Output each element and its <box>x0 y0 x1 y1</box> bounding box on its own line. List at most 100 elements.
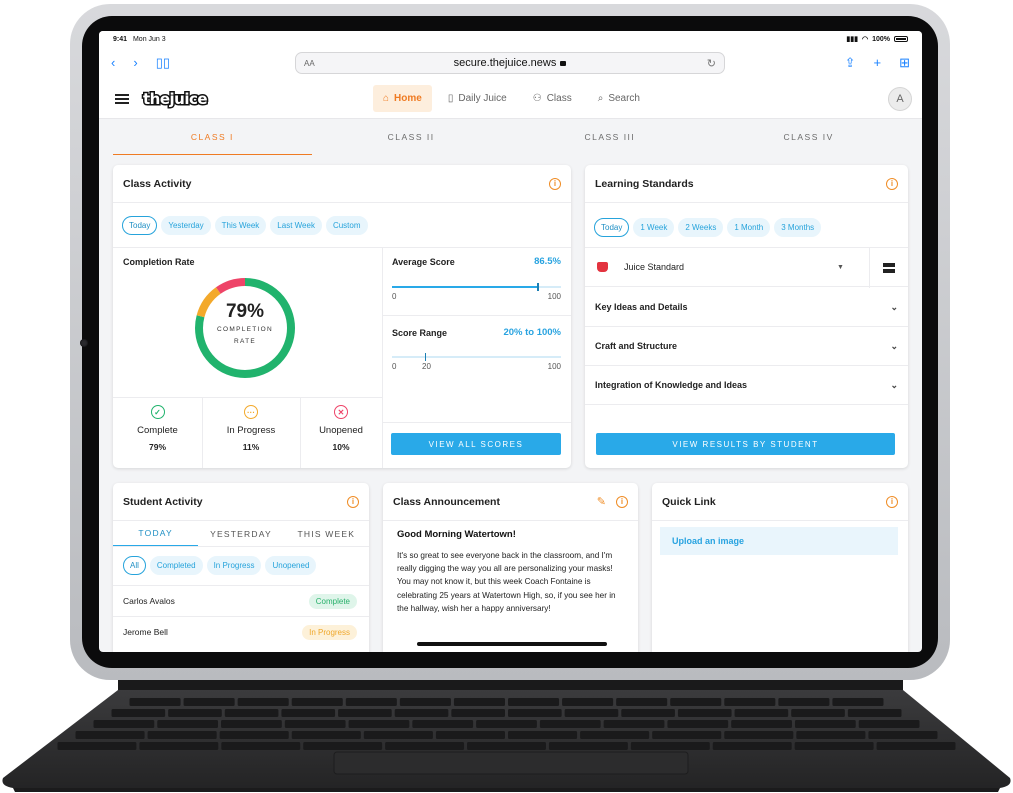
key <box>724 698 776 706</box>
score-range-label: Score Range <box>392 328 448 338</box>
chevron-down-icon: ⌄ <box>890 379 898 390</box>
key <box>57 742 137 750</box>
key <box>363 731 433 739</box>
key <box>508 731 578 739</box>
book-icon[interactable]: ▯▯ <box>156 55 170 71</box>
stat-complete-label: Complete <box>137 425 178 436</box>
forward-icon[interactable]: › <box>133 55 137 71</box>
address-bar[interactable]: AA secure.thejuice.news ↻ <box>295 52 725 74</box>
text-size-button[interactable]: AA <box>304 59 315 68</box>
section-craft-structure[interactable]: Craft and Structure ⌄ <box>585 327 908 366</box>
score-range-max: 100 <box>547 362 561 371</box>
share-icon[interactable]: ⇪ <box>845 55 856 71</box>
score-range-fill <box>425 356 561 358</box>
nav-home[interactable]: ⌂ Home <box>373 85 432 112</box>
average-score-label: Average Score <box>392 257 455 267</box>
x-circle-icon: ✕ <box>334 405 348 419</box>
stat-complete-value: 79% <box>148 442 166 452</box>
sa-filter-all[interactable]: All <box>123 556 146 575</box>
sa-filter-completed[interactable]: Completed <box>149 556 203 575</box>
section-key-ideas[interactable]: Key Ideas and Details ⌄ <box>585 288 908 327</box>
cellular-icon: ▮▮▮ <box>846 36 858 43</box>
learning-standards-filters: Today 1 Week 2 Weeks 1 Month 3 Months <box>594 218 822 237</box>
average-score-value: 86.5% <box>534 256 561 267</box>
sa-filter-in-progress[interactable]: In Progress <box>206 556 262 575</box>
upload-image-link[interactable]: Upload an image <box>660 527 898 555</box>
battery-percent: 100% <box>872 35 890 43</box>
key <box>467 742 546 750</box>
score-range-min: 0 <box>392 362 397 371</box>
info-icon[interactable]: i <box>616 495 628 508</box>
check-circle-icon: ✓ <box>150 405 165 419</box>
menu-icon[interactable] <box>115 93 129 104</box>
info-icon[interactable]: i <box>347 495 359 508</box>
tab-class-1[interactable]: CLASS I <box>113 119 312 155</box>
avatar[interactable]: A <box>888 87 912 111</box>
tab-class-4[interactable]: CLASS IV <box>709 119 908 155</box>
view-all-scores-button[interactable]: VIEW ALL SCORES <box>391 433 561 455</box>
stat-unopened-value: 10% <box>332 442 350 452</box>
sa-tab-today[interactable]: TODAY <box>113 521 199 546</box>
filter-last-week[interactable]: Last Week <box>270 216 322 235</box>
key <box>157 720 219 728</box>
info-icon[interactable]: i <box>886 177 898 190</box>
tabs-grid-icon[interactable]: ⊞ <box>899 55 910 71</box>
key <box>111 709 166 717</box>
back-icon[interactable]: ‹ <box>111 55 115 71</box>
key <box>291 731 361 739</box>
edit-pencil-icon[interactable]: ✎ <box>597 495 606 508</box>
key <box>303 742 383 750</box>
list-view-icon[interactable] <box>883 263 895 273</box>
key <box>858 720 920 728</box>
ipad-screen: 9:41 Mon Jun 3 ▮▮▮ ◠ 100% ‹ › ▯▯ AA secu… <box>99 31 922 652</box>
reload-icon[interactable]: ↻ <box>707 57 716 70</box>
info-icon[interactable]: i <box>886 495 898 508</box>
wifi-icon: ◠ <box>861 36 869 43</box>
key <box>219 731 289 739</box>
section-integration[interactable]: Integration of Knowledge and Ideas ⌄ <box>585 366 908 405</box>
sa-tab-this-week[interactable]: THIS WEEK <box>284 521 369 546</box>
keyboard <box>0 690 1013 793</box>
info-icon[interactable]: i <box>549 177 561 190</box>
ls-filter-2-weeks[interactable]: 2 Weeks <box>678 218 724 237</box>
key <box>453 698 505 706</box>
filter-custom[interactable]: Custom <box>325 216 368 235</box>
nav-daily-juice[interactable]: ▯ Daily Juice <box>438 85 517 112</box>
ls-filter-3-months[interactable]: 3 Months <box>774 218 822 237</box>
average-score-marker <box>537 283 539 291</box>
view-results-by-student-button[interactable]: VIEW RESULTS BY STUDENT <box>596 433 895 455</box>
ls-filter-1-month[interactable]: 1 Month <box>727 218 771 237</box>
list-item[interactable]: Jerome Bell In Progress <box>113 616 369 647</box>
standard-selector[interactable]: Juice Standard ▼ <box>585 247 908 288</box>
announcement-heading: Good Morning Watertown! <box>397 529 516 540</box>
main-nav: ⌂ Home ▯ Daily Juice ⚇ Class ⌕ Search <box>373 85 650 112</box>
sa-tab-yesterday[interactable]: YESTERDAY <box>198 521 283 546</box>
tab-class-2[interactable]: CLASS II <box>312 119 511 155</box>
filter-yesterday[interactable]: Yesterday <box>161 216 211 235</box>
key <box>778 698 830 706</box>
key <box>93 720 155 728</box>
key <box>224 709 279 717</box>
completion-caption-2: RATE <box>233 338 257 345</box>
brand-logo[interactable]: thejuice <box>141 88 209 109</box>
ls-filter-today[interactable]: Today <box>594 218 630 237</box>
list-item[interactable]: Carlos Avalos Complete <box>113 585 369 616</box>
student-activity-card: Student Activity i TODAY YESTERDAY THIS … <box>113 483 369 652</box>
ls-filter-1-week[interactable]: 1 Week <box>633 218 675 237</box>
announcement-body: It's so great to see everyone back in th… <box>397 551 616 613</box>
class-announcement-title: Class Announcement <box>393 495 500 508</box>
score-range-value: 20% to 100% <box>503 327 561 338</box>
new-tab-icon[interactable]: + <box>874 55 882 71</box>
key <box>385 742 465 750</box>
nav-search[interactable]: ⌕ Search <box>588 85 650 112</box>
lock-icon <box>560 60 567 66</box>
key <box>616 698 668 706</box>
filter-today[interactable]: Today <box>122 216 158 235</box>
sa-filter-unopened[interactable]: Unopened <box>265 556 317 575</box>
key <box>221 720 282 728</box>
tab-class-3[interactable]: CLASS III <box>511 119 710 155</box>
class-activity-filters: Today Yesterday This Week Last Week Cust… <box>122 216 368 235</box>
filter-this-week[interactable]: This Week <box>214 216 267 235</box>
nav-class[interactable]: ⚇ Class <box>523 85 582 112</box>
search-icon: ⌕ <box>597 93 604 104</box>
